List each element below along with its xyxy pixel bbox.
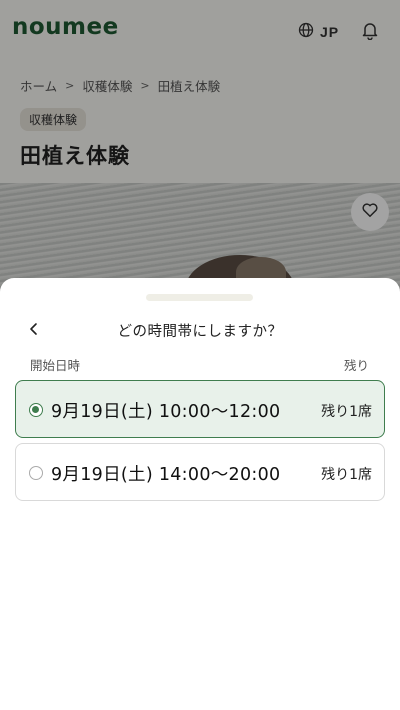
time-slot-sheet: どの時間帯にしますか？ 開始日時 残り 9月19日(土) 10:00〜12:00… (0, 278, 400, 710)
radio-unchecked-icon[interactable] (29, 466, 43, 480)
time-slot-option[interactable]: 9月19日(土) 14:00〜20:00 残り1席 (15, 443, 385, 501)
column-header-remaining: 残り (343, 358, 369, 373)
time-slot-option[interactable]: 9月19日(土) 10:00〜12:00 残り1席 (15, 380, 385, 438)
slot-time: 9月19日(土) 10:00〜12:00 (51, 402, 281, 422)
slot-time: 9月19日(土) 14:00〜20:00 (51, 465, 281, 485)
column-header-start: 開始日時 (30, 358, 81, 373)
sheet-grabber[interactable] (146, 294, 253, 301)
radio-checked-icon[interactable] (29, 403, 43, 417)
slot-remaining: 残り1席 (321, 467, 372, 483)
sheet-title: どの時間帯にしますか？ (117, 324, 283, 340)
slot-remaining: 残り1席 (321, 404, 372, 420)
